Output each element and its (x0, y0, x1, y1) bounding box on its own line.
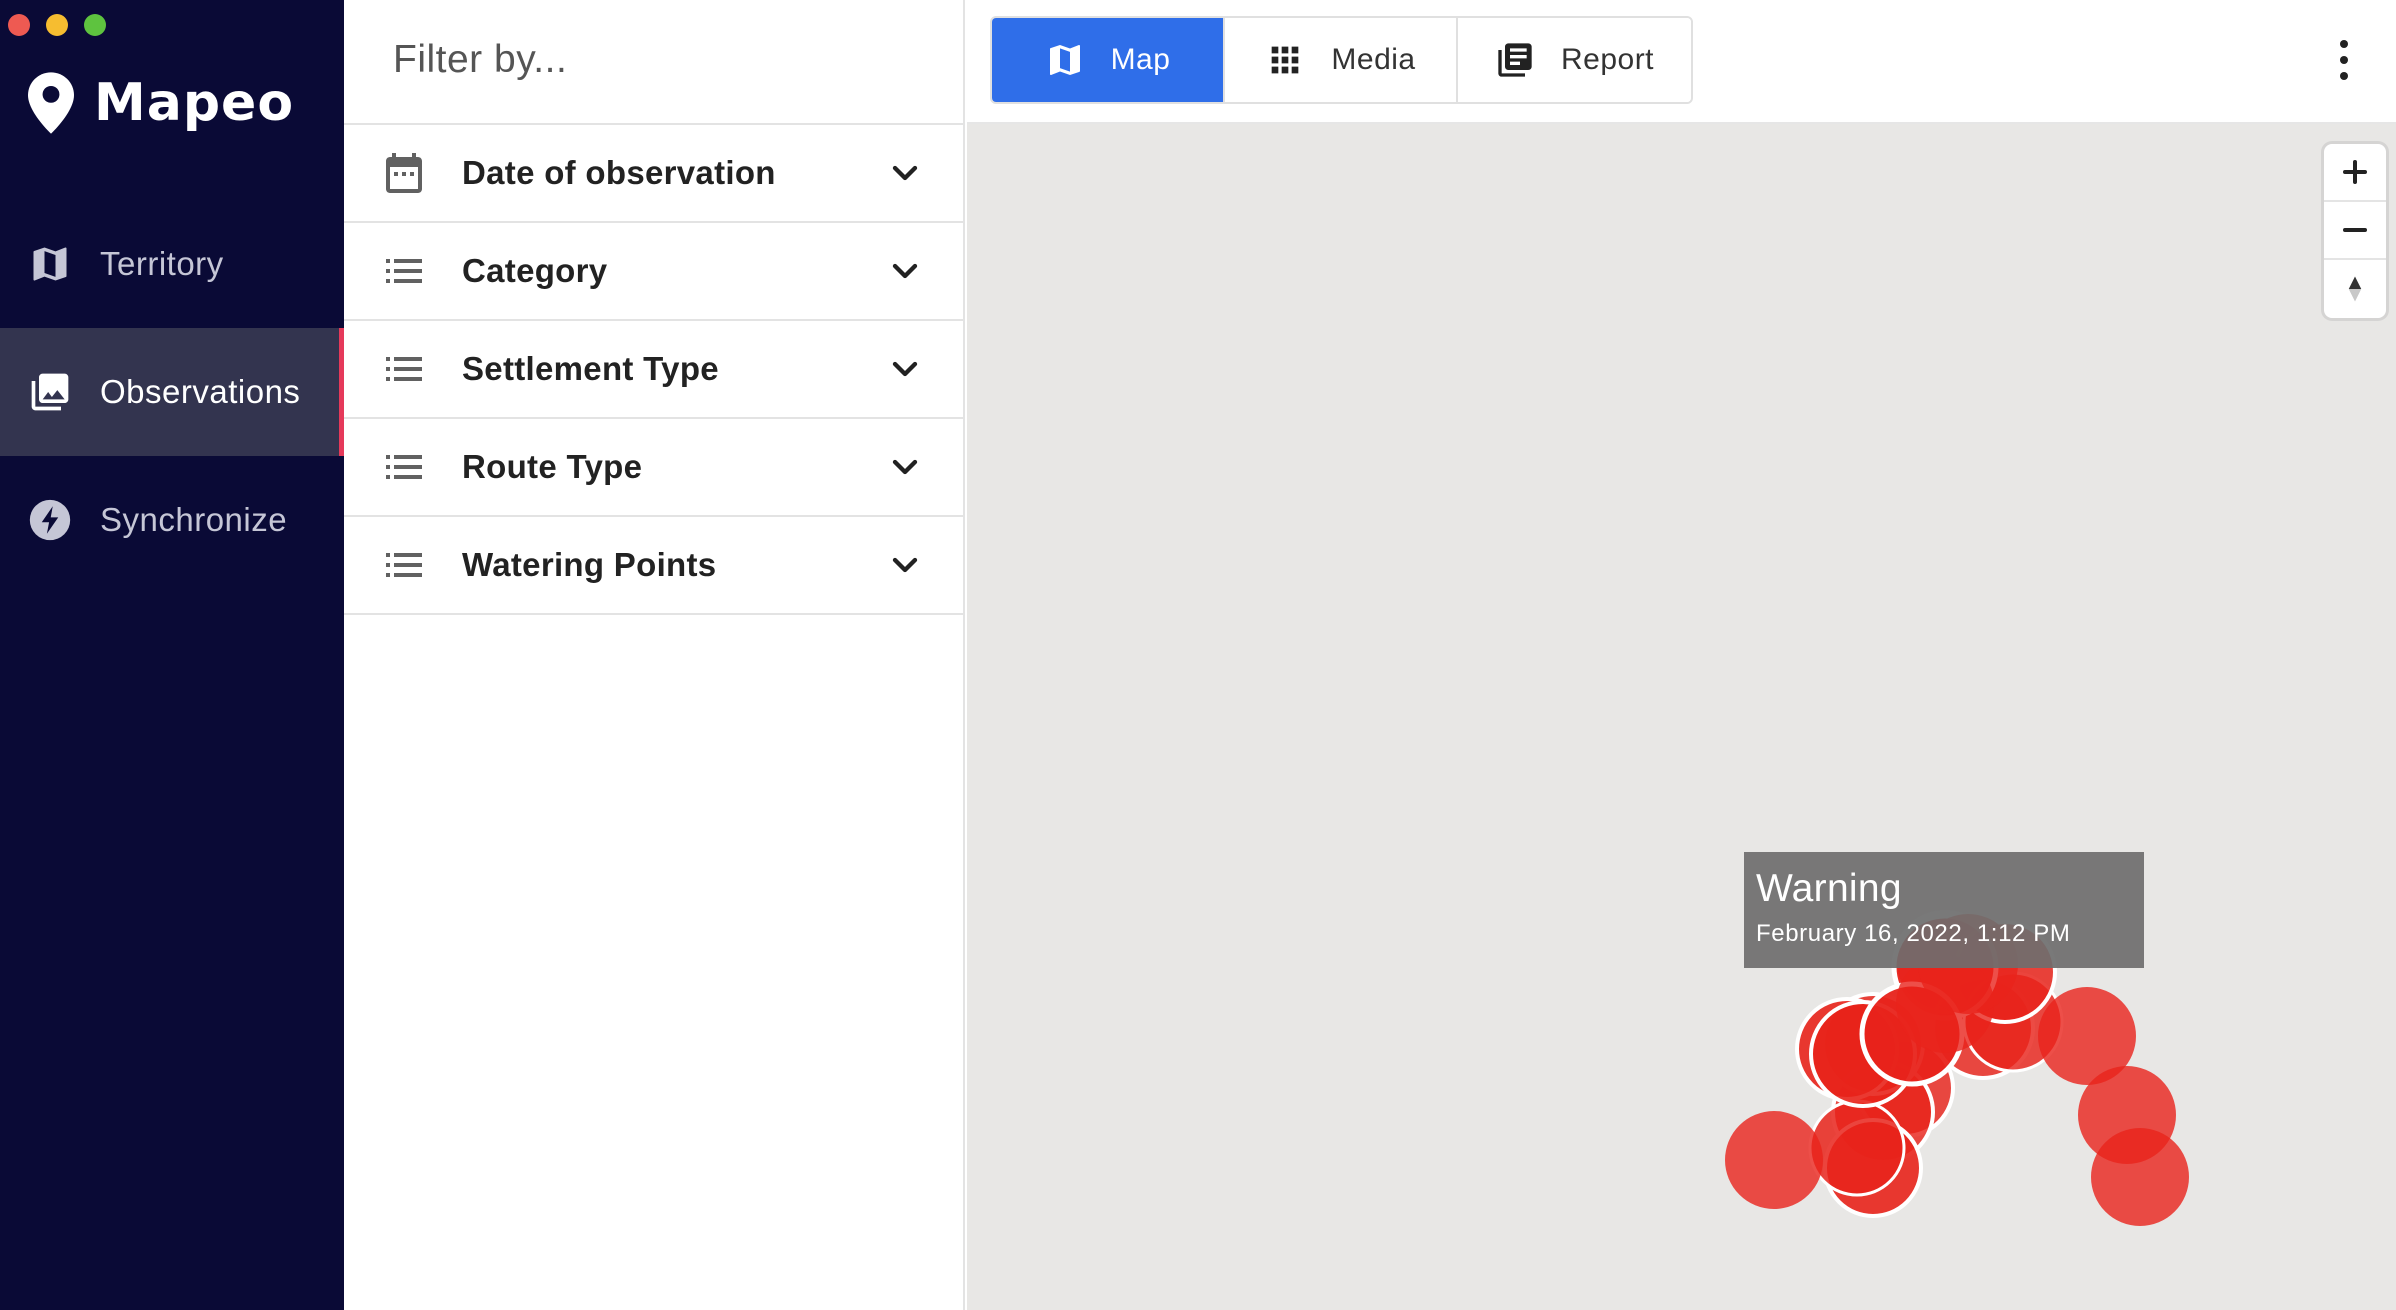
sidebar-item-synchronize[interactable]: Synchronize (0, 456, 344, 584)
filter-label: Route Type (462, 448, 643, 485)
window-minimize-button[interactable] (46, 14, 68, 36)
filter-title: Filter by... (393, 37, 568, 81)
observation-marker[interactable] (1808, 1099, 1906, 1197)
filter-category[interactable]: Category (344, 223, 963, 321)
observation-marker[interactable] (1725, 1111, 1823, 1209)
map-icon (1049, 45, 1080, 75)
map-icon (33, 247, 67, 281)
calendar-icon (386, 153, 422, 193)
sidebar-item-label: Territory (100, 245, 224, 282)
photo-library-icon (31, 373, 69, 411)
list-icon (386, 259, 422, 283)
filter-date-of-observation[interactable]: Date of observation (344, 125, 963, 223)
filter-label: Date of observation (462, 154, 776, 191)
observation-markers (1725, 910, 2189, 1226)
view-toolbar: Map Media Report (967, 0, 2396, 124)
filter-watering-points[interactable]: Watering Points (344, 517, 963, 615)
chevron-down-icon (892, 459, 918, 475)
chevron-down-icon (892, 263, 918, 279)
map-view[interactable]: Warning February 16, 2022, 1:12 PM (967, 124, 2396, 1310)
observation-marker[interactable] (2091, 1128, 2189, 1226)
chevron-down-icon (892, 557, 918, 573)
filter-header: Filter by... (344, 0, 963, 125)
sidebar-item-label: Observations (100, 373, 301, 410)
filter-route-type[interactable]: Route Type (344, 419, 963, 517)
observation-marker[interactable] (1918, 914, 2018, 1014)
sidebar-nav: Territory Observations Synchronize (0, 200, 344, 584)
filter-panel: Filter by... Date of observation Categor… (344, 0, 965, 1310)
tab-label: Report (1560, 43, 1655, 76)
tab-label: Media (1331, 43, 1416, 76)
menu-dot (2340, 40, 2348, 48)
chevron-down-icon (892, 165, 918, 181)
more-vert-icon[interactable] (2334, 36, 2354, 84)
view-tabs: Map Media Report (990, 16, 1693, 104)
tab-media[interactable]: Media (1225, 18, 1458, 102)
filter-label: Settlement Type (462, 350, 719, 387)
flash-icon (29, 499, 71, 541)
tab-report[interactable]: Report (1458, 18, 1691, 102)
window-controls (8, 14, 106, 36)
sidebar-item-label: Synchronize (100, 501, 288, 538)
chevron-down-icon (892, 361, 918, 377)
sidebar-item-observations[interactable]: Observations (0, 328, 344, 456)
report-icon (1498, 43, 1532, 77)
list-icon (386, 455, 422, 479)
location-pin-icon (28, 72, 74, 134)
sidebar: Mapeo Territory Observations Synchronize (0, 0, 344, 1310)
list-icon (386, 553, 422, 577)
app-brand: Mapeo (28, 72, 294, 134)
filter-label: Category (462, 252, 608, 289)
tab-map[interactable]: Map (992, 18, 1225, 102)
filter-settlement-type[interactable]: Settlement Type (344, 321, 963, 419)
grid-icon (1272, 46, 1299, 74)
tab-label: Map (1110, 43, 1171, 76)
window-maximize-button[interactable] (84, 14, 106, 36)
filter-label: Watering Points (462, 546, 717, 583)
menu-dot (2340, 56, 2348, 64)
window-close-button[interactable] (8, 14, 30, 36)
list-icon (386, 357, 422, 381)
sidebar-item-territory[interactable]: Territory (0, 200, 344, 328)
app-name: Mapeo (94, 73, 295, 133)
menu-dot (2340, 72, 2348, 80)
